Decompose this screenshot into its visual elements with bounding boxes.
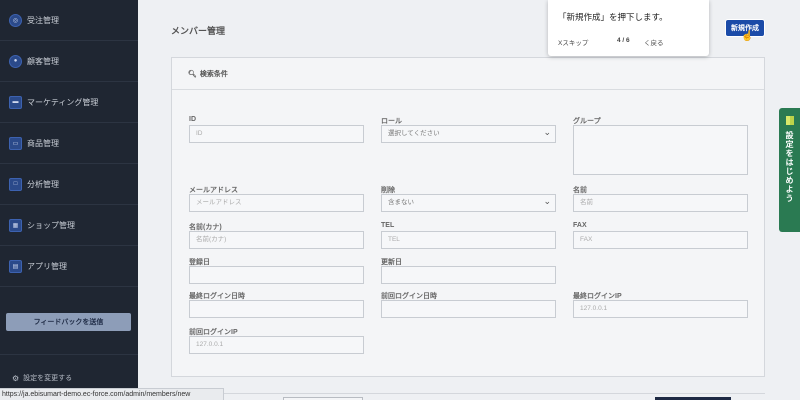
search-panel-title: 検索条件 <box>199 70 228 78</box>
group-multiselect[interactable] <box>573 125 748 175</box>
sidebar-item-label: ショップ管理 <box>27 220 75 230</box>
footer-divider <box>171 393 765 394</box>
sidebar-item-label: 商品管理 <box>27 138 59 148</box>
id-label: ID <box>189 116 196 123</box>
search-icon: 🔍︎ <box>188 70 197 78</box>
registered-date-input[interactable] <box>189 266 364 284</box>
sidebar-item-shop[interactable]: ▦ ショップ管理 <box>0 205 138 246</box>
role-select[interactable]: 選択してください <box>381 124 556 143</box>
sidebar-item-marketing[interactable]: ▬ マーケティング管理 <box>0 82 138 123</box>
marketing-icon: ▬ <box>9 95 22 109</box>
onboarding-side-tab[interactable]: 設定をはじめよう <box>779 108 800 232</box>
main-content: メンバー管理 新規作成 ☝ 🔍︎ 検索条件 ID ID ロール 選択してください… <box>138 0 800 400</box>
email-input[interactable]: メールアドレス <box>189 194 364 212</box>
prev-login-input[interactable] <box>381 300 556 318</box>
feedback-button[interactable]: フィードバックを送信 <box>6 313 131 331</box>
name-input[interactable]: 名前 <box>573 194 748 212</box>
app-icon: ▤ <box>9 259 22 273</box>
tel-input[interactable]: TEL <box>381 231 556 249</box>
last-ip-input[interactable]: 127.0.0.1 <box>573 300 748 318</box>
gear-icon: ⚙ <box>12 373 20 383</box>
sidebar-item-label: アプリ管理 <box>27 261 67 271</box>
tooltip-skip-button[interactable]: Xスキップ <box>558 37 588 47</box>
search-panel: 🔍︎ 検索条件 ID ID ロール 選択してください グループ メールアドレス … <box>171 57 765 377</box>
deleted-select[interactable]: 含まない <box>381 193 556 212</box>
prev-ip-input[interactable]: 127.0.0.1 <box>189 336 364 354</box>
tooltip-step-count: 4 / 6 <box>617 37 630 44</box>
shop-icon: ▦ <box>9 218 22 232</box>
last-login-input[interactable] <box>189 300 364 318</box>
tel-label: TEL <box>381 222 395 229</box>
sidebar-divider <box>0 354 138 355</box>
sidebar-item-apps[interactable]: ▤ アプリ管理 <box>0 246 138 287</box>
fax-label: FAX <box>573 222 587 229</box>
hand-cursor-icon: ☝ <box>741 31 754 42</box>
id-input[interactable]: ID <box>189 125 364 143</box>
analytics-icon: □ <box>9 177 22 191</box>
sidebar-item-customers[interactable]: ● 顧客管理 <box>0 41 138 82</box>
tooltip-back-button[interactable]: く戻る <box>644 37 664 47</box>
product-icon: ▭ <box>9 136 22 150</box>
sidebar-item-orders[interactable]: ◎ 受注管理 <box>0 0 138 41</box>
search-panel-header: 🔍︎ 検索条件 <box>172 58 764 90</box>
updated-date-input[interactable] <box>381 266 556 284</box>
customer-icon: ● <box>9 54 22 68</box>
sidebar-item-label: 分析管理 <box>27 179 59 189</box>
order-icon: ◎ <box>9 13 22 27</box>
sidebar-item-label: 受注管理 <box>27 15 59 25</box>
sidebar: ◎ 受注管理 ● 顧客管理 ▬ マーケティング管理 ▭ 商品管理 □ 分析管理 … <box>0 0 138 400</box>
sidebar-item-label: 顧客管理 <box>27 56 59 66</box>
tour-tooltip: 「新規作成」を押下します。 Xスキップ 4 / 6 く戻る <box>548 0 709 56</box>
flag-icon <box>785 116 794 125</box>
settings-label: 設定を変更する <box>23 375 73 382</box>
status-bar-url: https://ja.ebisumart-demo.ec-force.com/a… <box>0 388 224 400</box>
sidebar-item-products[interactable]: ▭ 商品管理 <box>0 123 138 164</box>
tooltip-text: 「新規作成」を押下します。 <box>558 12 668 22</box>
side-tab-label: 設定をはじめよう <box>785 131 794 203</box>
fax-input[interactable]: FAX <box>573 231 748 249</box>
page-title: メンバー管理 <box>171 26 226 36</box>
sidebar-item-label: マーケティング管理 <box>27 97 99 107</box>
sidebar-item-analytics[interactable]: □ 分析管理 <box>0 164 138 205</box>
settings-link[interactable]: ⚙ 設定を変更する <box>12 373 72 383</box>
name-kana-input[interactable]: 名前(カナ) <box>189 231 364 249</box>
